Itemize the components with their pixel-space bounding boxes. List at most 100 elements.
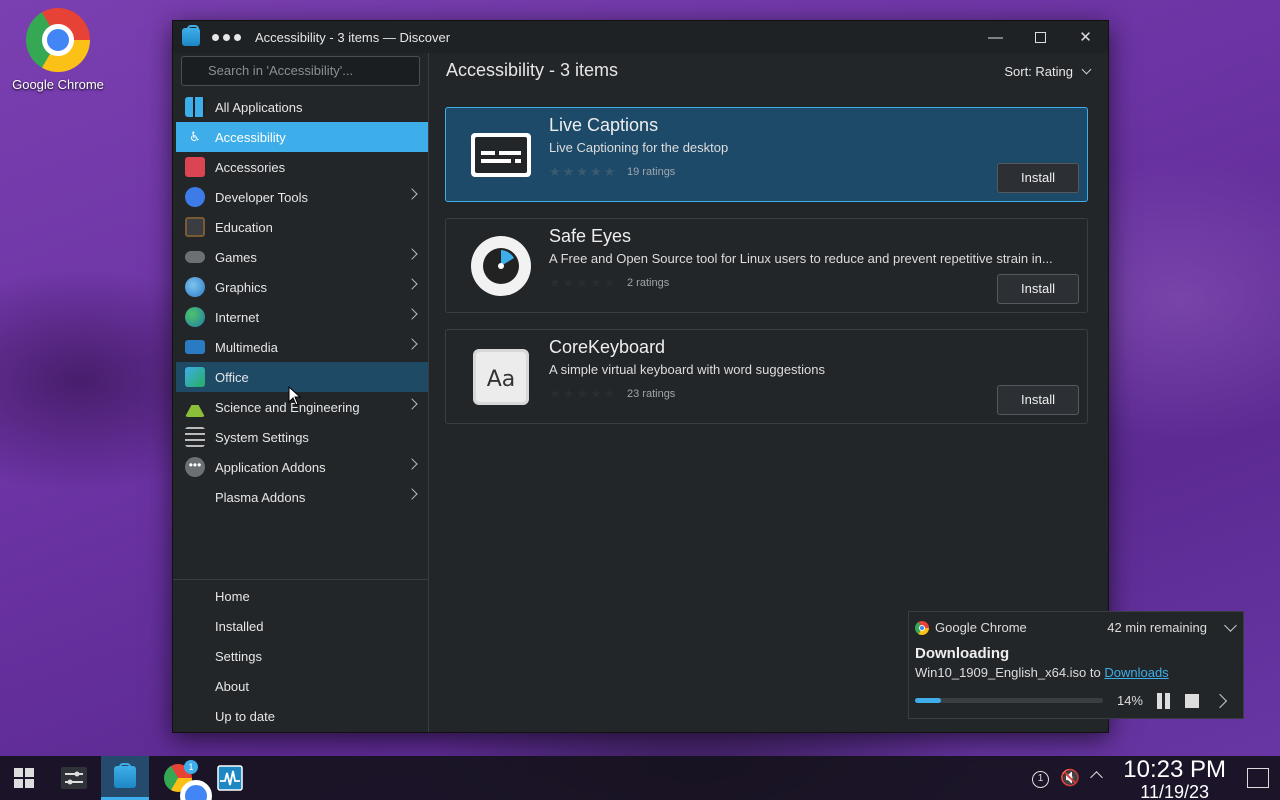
chevron-right-icon [406, 248, 418, 260]
sidebar-item-education[interactable]: Education [173, 212, 428, 242]
nav-installed[interactable]: Installed [173, 612, 428, 642]
sidebar-item-label: Education [215, 219, 273, 235]
svg-text:Aa: Aa [487, 367, 516, 392]
time-remaining: 42 min remaining [1107, 620, 1207, 635]
sidebar-item-accessories[interactable]: Accessories [173, 152, 428, 182]
maximize-icon [1035, 31, 1046, 43]
clock[interactable]: 10:23 PM 11/19/23 [1123, 757, 1226, 800]
taskbar-system-settings[interactable] [50, 756, 98, 800]
sidebar-item-multimedia[interactable]: Multimedia [173, 332, 428, 362]
sidebar-item-label: System Settings [215, 429, 309, 445]
nav-home[interactable]: Home [173, 582, 428, 612]
monitor-icon [185, 340, 205, 354]
minimize-button[interactable]: — [973, 21, 1018, 53]
window-menu-button[interactable] [212, 33, 241, 41]
sidebar-item-internet[interactable]: Internet [173, 302, 428, 332]
start-menu-button[interactable] [0, 756, 48, 800]
nav-up-to-date[interactable]: Up to date [173, 702, 428, 732]
discover-app-icon [182, 25, 200, 46]
toolbox-icon [185, 157, 205, 177]
nav-settings[interactable]: Settings [173, 642, 428, 672]
app-name: CoreKeyboard [549, 337, 666, 357]
maximize-button[interactable] [1018, 21, 1063, 53]
windows-logo-icon [14, 768, 34, 788]
live-captions-icon [469, 123, 533, 187]
accessibility-icon: ♿ [189, 129, 201, 144]
chevron-right-icon [406, 488, 418, 500]
sidebar-item-graphics[interactable]: Graphics [173, 272, 428, 302]
sidebar-item-games[interactable]: Games [173, 242, 428, 272]
star-rating: ★★★★★ [549, 386, 618, 401]
desktop-icon-google-chrome[interactable]: Google Chrome [8, 8, 108, 92]
safe-eyes-icon [469, 234, 533, 298]
sidebar-item-accessibility[interactable]: ♿ Accessibility [176, 122, 428, 152]
close-icon: ✕ [1079, 29, 1092, 46]
sort-dropdown[interactable]: Sort: Rating [1004, 64, 1092, 79]
chevron-right-icon [406, 188, 418, 200]
sidebar-item-label: Plasma Addons [215, 489, 306, 505]
sidebar-item-label: Multimedia [215, 339, 278, 355]
pause-button[interactable] [1155, 693, 1173, 709]
grid-icon [185, 97, 205, 117]
install-button[interactable]: Install [997, 385, 1079, 415]
sidebar-item-label: Accessories [215, 159, 286, 175]
volume-muted-icon[interactable]: 🔇 [1060, 768, 1080, 788]
sidebar-item-label: Developer Tools [215, 189, 308, 205]
details-chevron-icon[interactable] [1213, 693, 1231, 709]
stop-button[interactable] [1183, 693, 1201, 709]
app-card-live-captions[interactable]: Live Captions Live Captioning for the de… [445, 107, 1088, 202]
taskbar-google-chrome[interactable]: 1 [154, 756, 212, 800]
keyboard-key-icon: Aa [469, 345, 533, 409]
search-input[interactable]: Search in 'Accessibility'... [181, 56, 420, 86]
install-button[interactable]: Install [997, 163, 1079, 193]
star-rating: ★★★★★ [549, 275, 618, 290]
sidebar-item-plasma-addons[interactable]: Plasma Addons [173, 482, 428, 512]
chalkboard-icon [185, 217, 205, 237]
app-description: Live Captioning for the desktop [549, 140, 729, 155]
dot-icon [223, 33, 230, 41]
close-button[interactable]: ✕ [1063, 21, 1108, 53]
sidebar-item-all-applications[interactable]: All Applications [173, 92, 428, 122]
mouse-cursor-icon [288, 386, 302, 406]
taskbar-system-monitor[interactable] [206, 756, 254, 800]
chrome-icon [915, 620, 929, 635]
app-description: A simple virtual keyboard with word sugg… [549, 362, 826, 377]
graphics-icon [185, 277, 205, 297]
sidebar-item-label: Games [215, 249, 257, 265]
sort-label: Sort: Rating [1004, 64, 1073, 79]
sidebar-item-label: All Applications [215, 99, 303, 115]
settings-sliders-icon [185, 427, 205, 447]
app-card-corekeyboard[interactable]: Aa CoreKeyboard A simple virtual keyboar… [445, 329, 1088, 424]
downloads-link[interactable]: Downloads [1104, 665, 1168, 680]
gamepad-icon [185, 251, 205, 263]
install-button[interactable]: Install [997, 274, 1079, 304]
taskbar: 1 1 🔇 10:23 PM 11/19/23 [0, 756, 1280, 800]
sidebar-item-label: Accessibility [215, 129, 286, 145]
chevron-right-icon [406, 308, 418, 320]
chevron-right-icon [406, 398, 418, 410]
minimize-icon: — [988, 28, 1003, 46]
desktop-icon-label: Google Chrome [12, 77, 104, 92]
category-list: All Applications ♿ Accessibility Accesso… [173, 92, 428, 512]
nav-about[interactable]: About [173, 672, 428, 702]
chevron-up-icon[interactable] [1090, 769, 1103, 787]
show-desktop-button[interactable] [1236, 756, 1280, 800]
clock-time: 10:23 PM [1123, 756, 1226, 783]
download-notification[interactable]: Google Chrome 42 min remaining Downloadi… [908, 611, 1244, 719]
sidebar-item-system-settings[interactable]: System Settings [173, 422, 428, 452]
discover-icon [114, 762, 136, 788]
app-card-safe-eyes[interactable]: Safe Eyes A Free and Open Source tool fo… [445, 218, 1088, 313]
progress-fill [915, 698, 942, 703]
collapse-chevron-icon[interactable] [1224, 619, 1237, 632]
notification-body: Win10_1909_English_x64.iso to Downloads [915, 665, 1169, 680]
sidebar-item-office[interactable]: Office [176, 362, 428, 392]
plasma-icon [185, 487, 205, 507]
title-bar[interactable]: Accessibility - 3 items — Discover — ✕ [173, 21, 1108, 53]
sidebar-item-developer-tools[interactable]: Developer Tools [173, 182, 428, 212]
sidebar-item-application-addons[interactable]: ••• Application Addons [173, 452, 428, 482]
chevron-down-icon [1081, 64, 1092, 75]
bottom-nav: Home Installed Settings About Up to date [173, 579, 428, 732]
taskbar-discover[interactable] [101, 756, 149, 800]
updates-tray-icon[interactable]: 1 [1032, 768, 1049, 788]
clock-date: 11/19/23 [1140, 782, 1209, 800]
